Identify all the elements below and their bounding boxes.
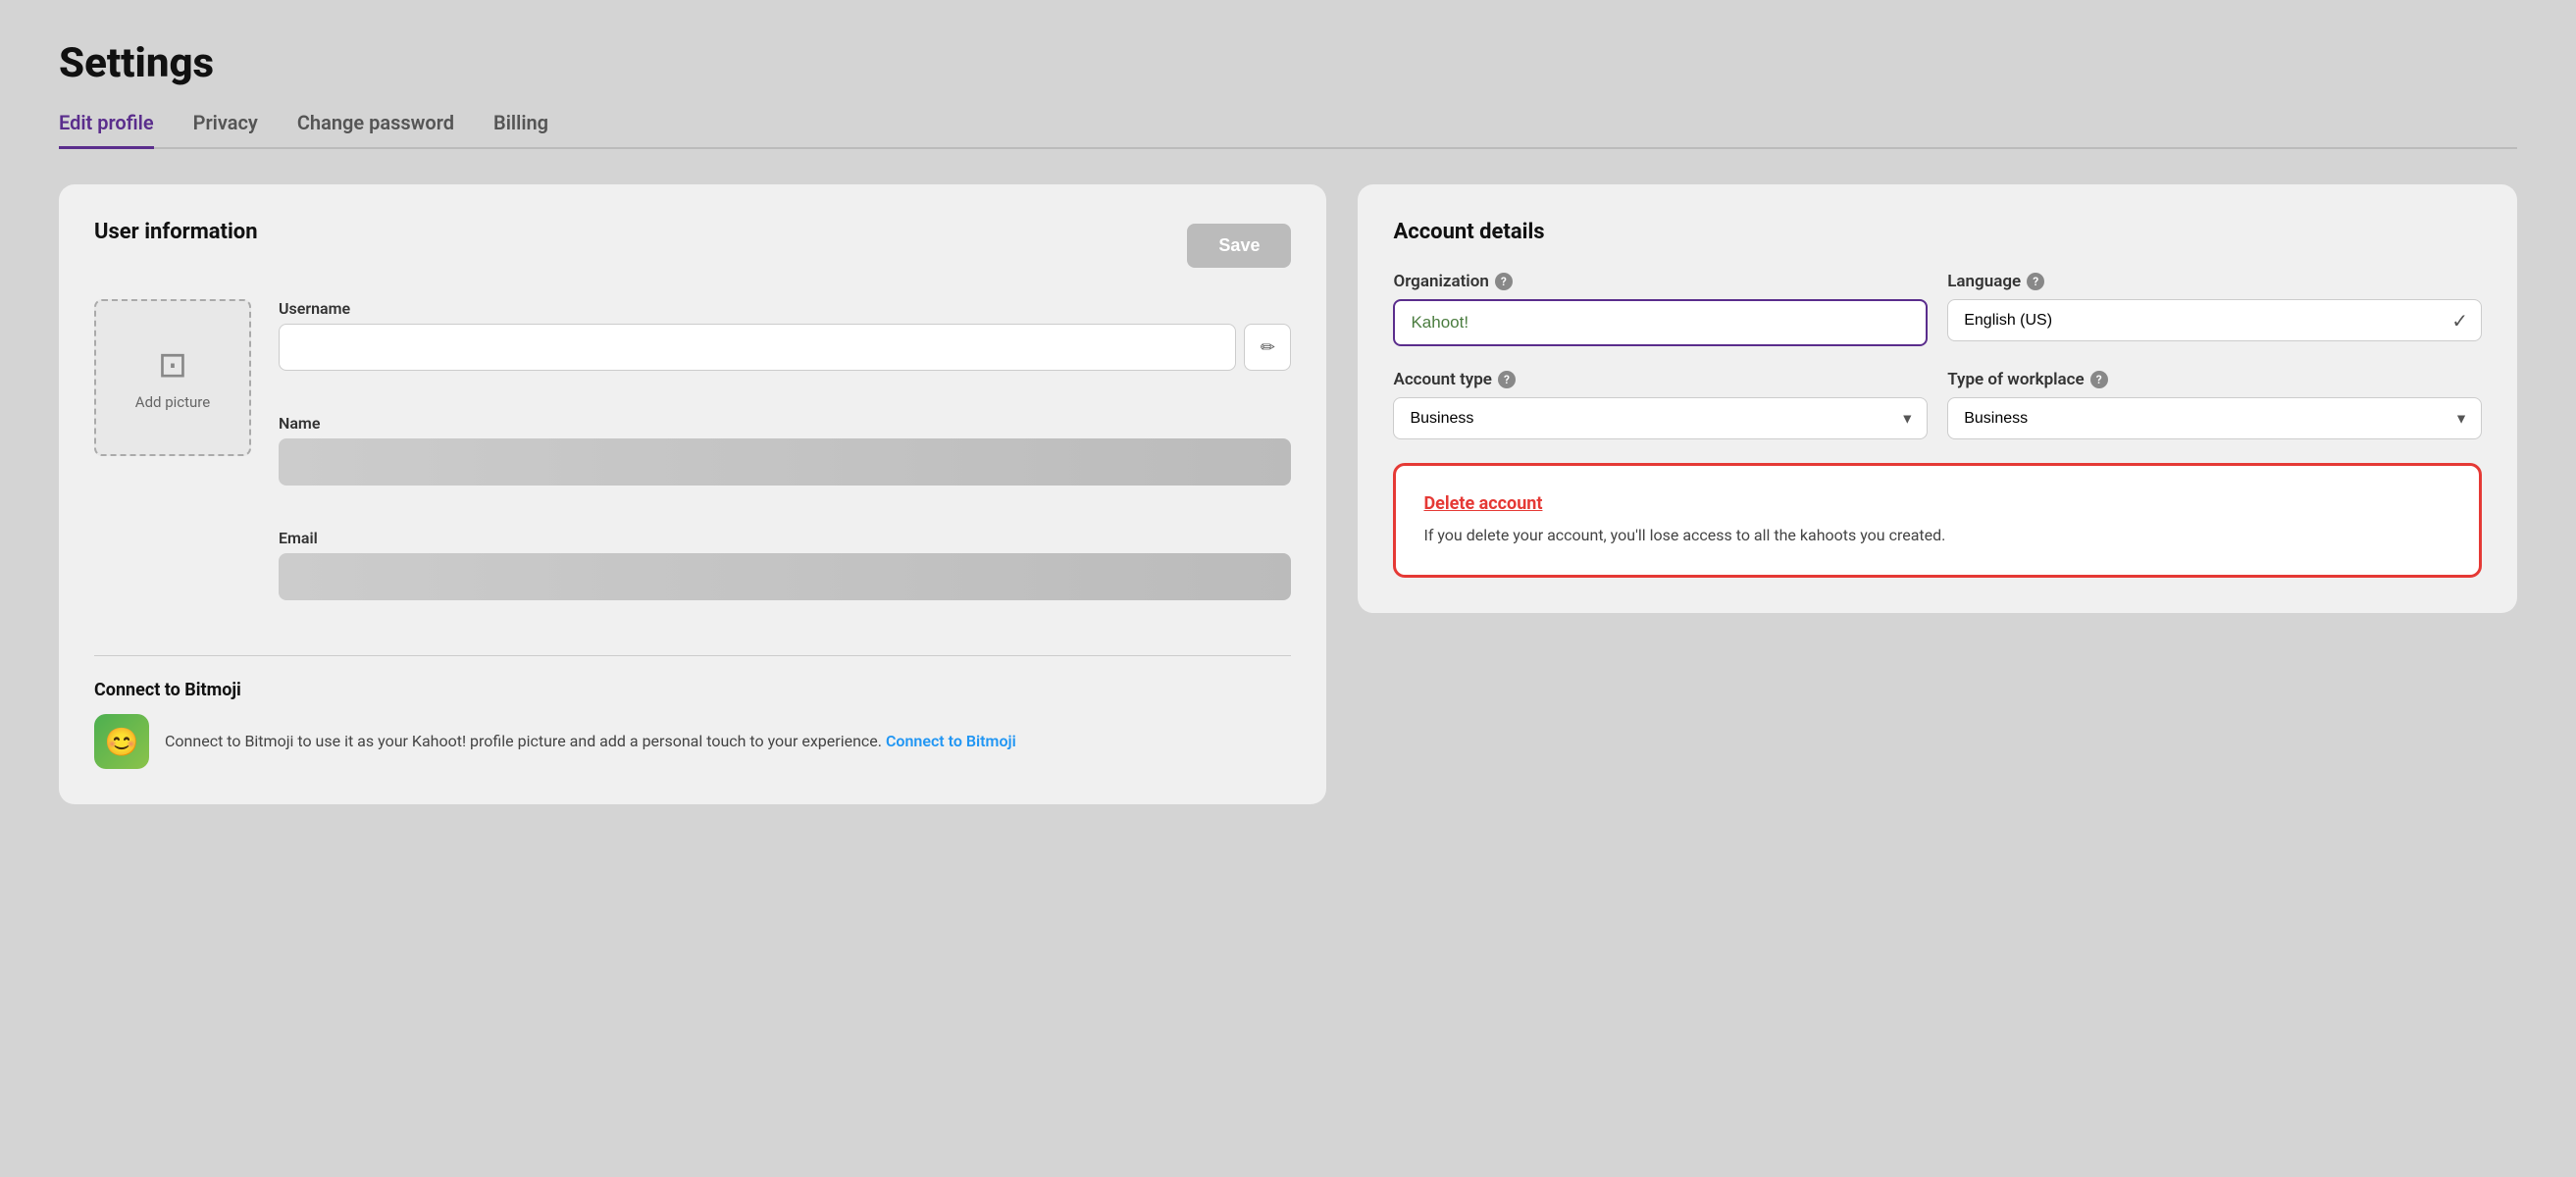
language-select-wrapper: English (US) English (UK) Spanish French… [1947,299,2482,341]
page-title: Settings [59,39,2517,87]
card-header: User information Save [94,220,1291,272]
delete-account-box: Delete account If you delete your accoun… [1393,463,2482,578]
email-label: Email [279,529,1291,547]
pencil-icon: ✏ [1261,337,1275,358]
tab-edit-profile[interactable]: Edit profile [59,111,154,149]
language-field-group: Language ? English (US) English (UK) Spa… [1947,272,2482,346]
username-field-group: Username ✏ [279,299,1291,371]
avatar-label: Add picture [135,393,210,411]
bitmoji-emoji: 😊 [105,726,139,758]
main-content: User information Save ⊡ Add picture User… [59,184,2517,804]
name-placeholder [279,438,1291,486]
delete-account-link[interactable]: Delete account [1423,493,2451,514]
account-type-select-wrapper: Business Personal Education [1393,397,1928,439]
email-placeholder [279,553,1291,600]
workplace-type-label: Type of workplace ? [1947,370,2482,389]
delete-account-description: If you delete your account, you'll lose … [1423,524,2451,547]
organization-input[interactable] [1393,299,1928,346]
tab-privacy[interactable]: Privacy [193,111,258,149]
connect-row: 😊 Connect to Bitmoji to use it as your K… [94,714,1291,769]
workplace-type-select-wrapper: Business School Home [1947,397,2482,439]
account-type-select[interactable]: Business Personal Education [1393,397,1928,439]
connect-bitmoji-section: Connect to Bitmoji 😊 Connect to Bitmoji … [94,655,1291,769]
save-button[interactable]: Save [1187,224,1291,268]
account-details-card: Account details Organization ? Language … [1358,184,2517,613]
user-info-title: User information [94,220,258,244]
account-workplace-row: Account type ? Business Personal Educati… [1393,370,2482,439]
organization-label: Organization ? [1393,272,1928,291]
tab-nav: Edit profile Privacy Change password Bil… [59,111,2517,149]
profile-form-fields: Username ✏ Name Email [279,299,1291,624]
workplace-type-select[interactable]: Business School Home [1947,397,2482,439]
workplace-type-field-group: Type of workplace ? Business School Home [1947,370,2482,439]
bitmoji-icon: 😊 [94,714,149,769]
organization-field-group: Organization ? [1393,272,1928,346]
connect-text: Connect to Bitmoji to use it as your Kah… [165,730,1016,753]
email-field-group: Email [279,529,1291,600]
edit-username-button[interactable]: ✏ [1244,324,1291,371]
account-type-label: Account type ? [1393,370,1928,389]
language-help-icon[interactable]: ? [2027,273,2044,290]
avatar-icon: ⊡ [158,344,187,385]
account-details-title: Account details [1393,220,2482,244]
name-field-group: Name [279,414,1291,486]
user-info-card: User information Save ⊡ Add picture User… [59,184,1326,804]
tab-change-password[interactable]: Change password [297,111,454,149]
organization-help-icon[interactable]: ? [1495,273,1513,290]
language-select[interactable]: English (US) English (UK) Spanish French… [1947,299,2482,341]
language-label: Language ? [1947,272,2482,291]
user-info-section: ⊡ Add picture Username ✏ Name [94,299,1291,624]
connect-title: Connect to Bitmoji [94,680,1291,700]
tab-billing[interactable]: Billing [493,111,548,149]
username-input[interactable] [279,324,1236,371]
connect-description: Connect to Bitmoji to use it as your Kah… [165,732,882,750]
username-row: ✏ [279,324,1291,371]
avatar-upload[interactable]: ⊡ Add picture [94,299,251,456]
account-type-help-icon[interactable]: ? [1498,371,1516,388]
connect-bitmoji-link[interactable]: Connect to Bitmoji [886,732,1016,750]
username-label: Username [279,299,1291,318]
org-lang-row: Organization ? Language ? English (US) E… [1393,272,2482,346]
account-type-field-group: Account type ? Business Personal Educati… [1393,370,1928,439]
name-label: Name [279,414,1291,433]
workplace-type-help-icon[interactable]: ? [2090,371,2108,388]
